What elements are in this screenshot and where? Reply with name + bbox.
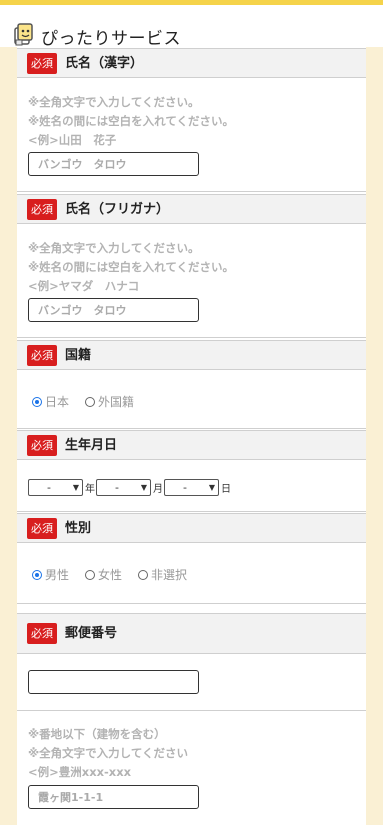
hint-text: ※全角文字で入力してください。	[28, 95, 200, 109]
hint-text: ※姓名の間には空白を入れてください。	[28, 260, 234, 274]
name-kana-input[interactable]	[28, 298, 199, 322]
required-badge: 必須	[27, 623, 57, 644]
birthdate-selects: - ▼ 年 - ▼ 月 - ▼ 日	[28, 479, 232, 497]
radio-japan[interactable]: 日本	[32, 393, 69, 410]
day-select[interactable]: - ▼	[164, 479, 219, 496]
chevron-down-icon: ▼	[140, 483, 147, 492]
section-title: 国籍	[65, 348, 92, 363]
mascot-icon	[13, 22, 35, 46]
address-input[interactable]	[28, 785, 199, 809]
example-text: <例>豊洲xxx-xxx	[28, 765, 132, 779]
divider	[17, 511, 366, 512]
required-badge: 必須	[27, 345, 57, 366]
name-kanji-input[interactable]	[28, 152, 199, 176]
radio-label: 外国籍	[98, 395, 135, 409]
divider	[17, 603, 366, 604]
select-value: -	[47, 481, 51, 494]
required-badge: 必須	[27, 518, 57, 539]
required-badge: 必須	[27, 199, 57, 220]
chevron-down-icon: ▼	[72, 483, 79, 492]
section-title: 氏名（フリガナ）	[65, 202, 170, 217]
example-text: <例>山田 花子	[28, 133, 117, 147]
section-header-birthdate: 必須 生年月日	[17, 430, 366, 460]
radio-unchecked-icon[interactable]	[85, 570, 96, 580]
app-header: ぴったりサービス	[0, 5, 383, 49]
radio-label: 非選択	[151, 568, 188, 582]
radio-female[interactable]: 女性	[85, 566, 122, 583]
radio-unchecked-icon[interactable]	[85, 397, 96, 407]
section-title: 生年月日	[65, 438, 118, 453]
section-header-gender: 必須 性別	[17, 513, 366, 543]
section-header-name-kanji: 必須 氏名（漢字）	[17, 48, 366, 78]
section-header-name-kana: 必須 氏名（フリガナ）	[17, 194, 366, 224]
section-header-nationality: 必須 国籍	[17, 340, 366, 370]
radio-unchecked-icon[interactable]	[138, 570, 149, 580]
month-select[interactable]: - ▼	[96, 479, 151, 496]
section-header-postal: 必須 郵便番号	[17, 613, 366, 654]
year-unit-label: 年	[85, 484, 95, 495]
select-value: -	[183, 481, 187, 494]
section-title: 性別	[65, 521, 92, 536]
required-badge: 必須	[27, 435, 57, 456]
divider	[17, 710, 366, 711]
example-text: <例>ヤマダ ハナコ	[28, 279, 140, 293]
application-form: 必須 氏名（漢字） ※全角文字で入力してください。 ※姓名の間には空白を入れてく…	[17, 47, 366, 825]
required-badge: 必須	[27, 53, 57, 74]
hint-text: ※全角文字で入力してください	[28, 746, 188, 760]
day-unit-label: 日	[221, 484, 231, 495]
radio-male[interactable]: 男性	[32, 566, 69, 583]
section-title: 氏名（漢字）	[65, 56, 144, 71]
chevron-down-icon: ▼	[208, 483, 215, 492]
divider	[17, 191, 366, 192]
postal-code-input[interactable]	[28, 670, 199, 694]
radio-label: 女性	[98, 568, 123, 582]
radio-checked-icon[interactable]	[32, 397, 42, 407]
month-unit-label: 月	[153, 484, 163, 495]
radio-checked-icon[interactable]	[32, 570, 42, 580]
gender-radio-group: 男性 女性 非選択	[32, 566, 203, 583]
radio-label: 男性	[45, 568, 70, 582]
year-select[interactable]: - ▼	[28, 479, 83, 496]
hint-text: ※番地以下（建物を含む）	[28, 727, 166, 741]
app-title: ぴったりサービス	[41, 29, 181, 49]
divider	[17, 428, 366, 429]
hint-text: ※全角文字で入力してください。	[28, 241, 200, 255]
radio-foreign[interactable]: 外国籍	[85, 393, 134, 410]
select-value: -	[115, 481, 119, 494]
section-title: 郵便番号	[65, 626, 118, 641]
radio-label: 日本	[45, 395, 70, 409]
divider	[17, 337, 366, 338]
nationality-radio-group: 日本 外国籍	[32, 393, 150, 410]
radio-unselected[interactable]: 非選択	[138, 566, 187, 583]
hint-text: ※姓名の間には空白を入れてください。	[28, 114, 234, 128]
